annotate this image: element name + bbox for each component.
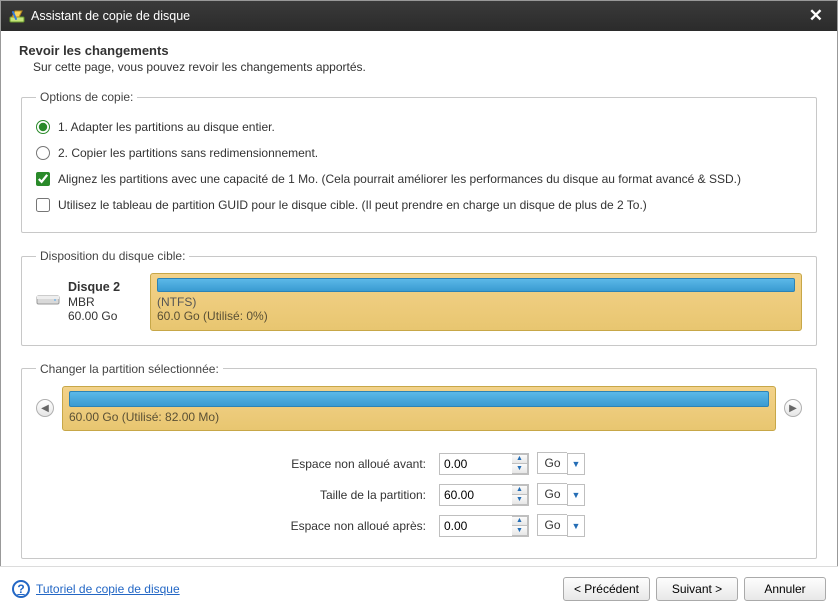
after-spin-up[interactable]: ▲ — [512, 516, 528, 526]
help-icon: ? — [12, 580, 30, 598]
page-subtitle: Sur cette page, vous pouvez revoir les c… — [19, 60, 819, 74]
next-button[interactable]: Suivant > — [656, 577, 738, 601]
check-align-input[interactable] — [36, 172, 50, 186]
chevron-left-icon: ◀ — [41, 403, 49, 414]
bottom-bar: ? Tutoriel de copie de disque < Précéden… — [0, 566, 838, 611]
size-unit: Go — [537, 483, 567, 505]
before-spin-down[interactable]: ▼ — [512, 463, 528, 474]
disk-size: 60.00 Go — [68, 309, 138, 323]
after-label: Espace non alloué après: — [252, 513, 432, 538]
check-guid[interactable]: Utilisez le tableau de partition GUID po… — [36, 192, 802, 218]
target-partition[interactable]: (NTFS) 60.0 Go (Utilisé: 0%) — [150, 273, 802, 331]
radio-fit-whole-disk[interactable]: 1. Adapter les partitions au disque enti… — [36, 114, 802, 140]
size-inputs: Espace non alloué avant: ▲ ▼ Go▼ — [36, 445, 802, 544]
change-partition-legend: Changer la partition sélectionnée: — [36, 362, 223, 376]
copy-options-group: Options de copie: 1. Adapter les partiti… — [21, 90, 817, 233]
page-title: Revoir les changements — [19, 43, 819, 58]
disk-name: Disque 2 — [68, 280, 138, 295]
check-guid-input[interactable] — [36, 198, 50, 212]
after-unit: Go — [537, 514, 567, 536]
disk-icon — [36, 292, 60, 311]
change-partition-group: Changer la partition sélectionnée: ◀ 60.… — [21, 362, 817, 559]
help-link[interactable]: ? Tutoriel de copie de disque — [12, 580, 180, 598]
content: Revoir les changements Sur cette page, v… — [1, 31, 837, 559]
before-unit: Go — [537, 452, 567, 474]
disk-layout: Disque 2 MBR 60.00 Go (NTFS) 60.0 Go (Ut… — [36, 273, 802, 331]
after-unit-dropdown[interactable]: ▼ — [567, 515, 585, 537]
before-unit-dropdown[interactable]: ▼ — [567, 453, 585, 475]
previous-button[interactable]: < Précédent — [563, 577, 650, 601]
partition-fs: (NTFS) — [157, 295, 196, 309]
after-spin-down[interactable]: ▼ — [512, 525, 528, 536]
partition-size-row: Taille de la partition: ▲ ▼ Go▼ — [252, 482, 586, 507]
radio-copy-no-resize[interactable]: 2. Copier les partitions sans redimensio… — [36, 140, 802, 166]
selected-partition-usage: 60.00 Go (Utilisé: 82.00 Mo) — [69, 410, 219, 424]
disk-info-block: Disque 2 MBR 60.00 Go — [36, 273, 138, 331]
titlebar: Assistant de copie de disque ✕ — [1, 1, 837, 31]
next-partition-button[interactable]: ▶ — [784, 399, 802, 417]
cancel-button[interactable]: Annuler — [744, 577, 826, 601]
unallocated-before-row: Espace non alloué avant: ▲ ▼ Go▼ — [252, 451, 586, 476]
size-label: Taille de la partition: — [252, 482, 432, 507]
copy-options-legend: Options de copie: — [36, 90, 137, 104]
check-align-1mb[interactable]: Alignez les partitions avec une capacité… — [36, 166, 802, 192]
selected-partition[interactable]: 60.00 Go (Utilisé: 82.00 Mo) — [62, 386, 776, 431]
disk-info-text: Disque 2 MBR 60.00 Go — [68, 280, 138, 324]
size-unit-dropdown[interactable]: ▼ — [567, 484, 585, 506]
before-spin-up[interactable]: ▲ — [512, 454, 528, 464]
disk-scheme: MBR — [68, 295, 138, 309]
partition-strip — [157, 278, 795, 292]
size-spin-down[interactable]: ▼ — [512, 494, 528, 505]
prev-partition-button[interactable]: ◀ — [36, 399, 54, 417]
target-disk-legend: Disposition du disque cible: — [36, 249, 189, 263]
selected-partition-meta: 60.00 Go (Utilisé: 82.00 Mo) — [69, 410, 769, 424]
help-link-text: Tutoriel de copie de disque — [36, 582, 180, 596]
before-label: Espace non alloué avant: — [252, 451, 432, 476]
chevron-right-icon: ▶ — [789, 403, 797, 414]
target-disk-group: Disposition du disque cible: Disque 2 MB… — [21, 249, 817, 346]
radio-noresize-input[interactable] — [36, 146, 50, 160]
selected-partition-strip — [69, 391, 769, 407]
radio-fit-input[interactable] — [36, 120, 50, 134]
app-icon — [9, 8, 25, 24]
check-align-label: Alignez les partitions avec une capacité… — [58, 172, 741, 186]
partition-meta: (NTFS) 60.0 Go (Utilisé: 0%) — [157, 295, 795, 324]
partition-usage: 60.0 Go (Utilisé: 0%) — [157, 309, 268, 323]
heading: Revoir les changements Sur cette page, v… — [19, 41, 819, 74]
close-icon[interactable]: ✕ — [803, 6, 829, 26]
unallocated-after-row: Espace non alloué après: ▲ ▼ Go▼ — [252, 513, 586, 538]
radio-noresize-label: 2. Copier les partitions sans redimensio… — [58, 146, 318, 160]
window-title: Assistant de copie de disque — [31, 9, 803, 23]
radio-fit-label: 1. Adapter les partitions au disque enti… — [58, 120, 275, 134]
check-guid-label: Utilisez le tableau de partition GUID po… — [58, 198, 647, 212]
change-partition-row: ◀ 60.00 Go (Utilisé: 82.00 Mo) ▶ — [36, 386, 802, 431]
size-spin-up[interactable]: ▲ — [512, 485, 528, 495]
